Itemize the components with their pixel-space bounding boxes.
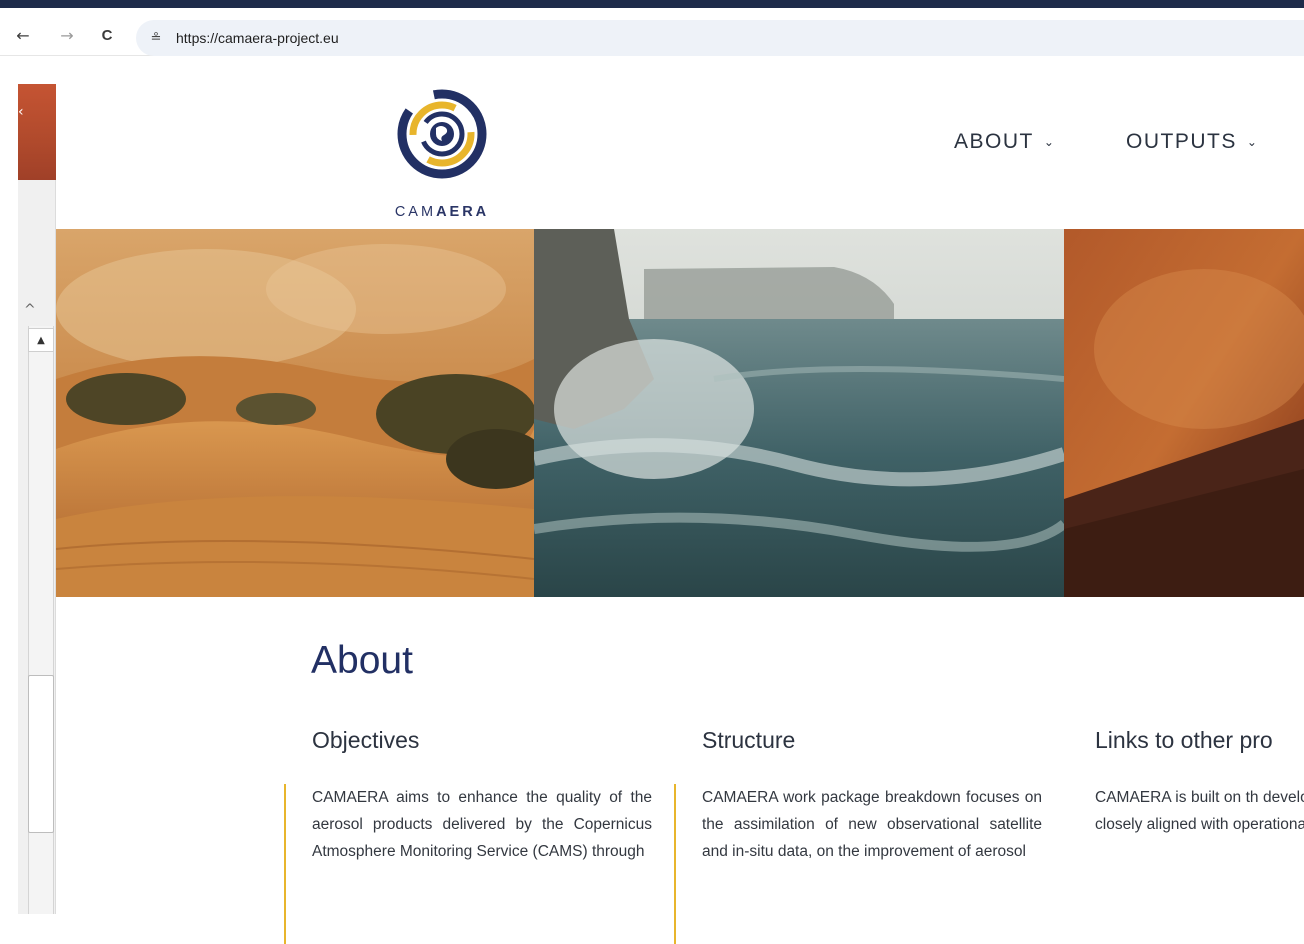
nav-about[interactable]: ABOUT ⌄ [954,130,1055,154]
objectives-column: Objectives CAMAERA aims to enhance the q… [284,727,652,944]
chevron-down-icon: ⌄ [1246,135,1259,149]
forward-icon[interactable]: → [56,24,78,46]
nav-outputs-label: OUTPUTS [1126,130,1237,153]
back-icon[interactable]: ← [12,24,34,46]
globe-logo-icon [397,89,487,179]
url-text[interactable]: https://camaera-project.eu [176,30,339,46]
about-section: About Objectives CAMAERA aims to enhance… [56,597,1304,944]
caret-up-icon[interactable]: ^ [24,302,36,318]
side-panel-thumbnail[interactable]: ‹ [18,84,56,180]
camaera-logo[interactable]: CAMAERA [382,82,502,220]
site-header: CAMAERA ABOUT ⌄ OUTPUTS ⌄ [56,60,1304,230]
nav-about-label: ABOUT [954,130,1034,153]
objectives-heading: Objectives [312,727,420,753]
scrollbar-thumb[interactable] [28,675,54,833]
links-column: Links to other pro CAMAERA is built on t… [1095,727,1304,944]
browser-toolbar: ← → C ≗ https://camaera-project.eu [0,8,1304,56]
window-top-strip [0,0,1304,8]
links-text: CAMAERA is built on th development effor… [1095,789,1304,833]
hero-image-wildfire [1064,229,1304,597]
objectives-text: CAMAERA aims to enhance the quality of t… [312,789,652,860]
address-bar[interactable]: ≗ https://camaera-project.eu [136,20,1304,56]
links-text-block: CAMAERA is built on th development effor… [1095,784,1304,944]
structure-text-block: CAMAERA work package breakdown focuses o… [674,784,1042,944]
about-title: About [311,639,413,682]
structure-heading: Structure [702,727,796,753]
scroll-up-arrow-icon[interactable]: ▲ [28,328,54,352]
hero-image-sea [534,229,1064,597]
reload-icon[interactable]: C [96,24,118,46]
structure-text: CAMAERA work package breakdown focuses o… [702,789,1042,860]
chevron-down-icon: ⌄ [1043,135,1056,149]
structure-column: Structure CAMAERA work package breakdown… [674,727,1042,944]
thumbnail-mark-icon: ‹ [18,104,24,120]
hero-image-desert [56,229,534,597]
site-info-icon[interactable]: ≗ [146,28,166,48]
links-heading: Links to other pro [1095,727,1273,753]
objectives-text-block: CAMAERA aims to enhance the quality of t… [284,784,652,944]
logo-text: CAMAERA [394,204,490,220]
hero-banner [56,229,1304,597]
nav-outputs[interactable]: OUTPUTS ⌄ [1126,130,1258,154]
